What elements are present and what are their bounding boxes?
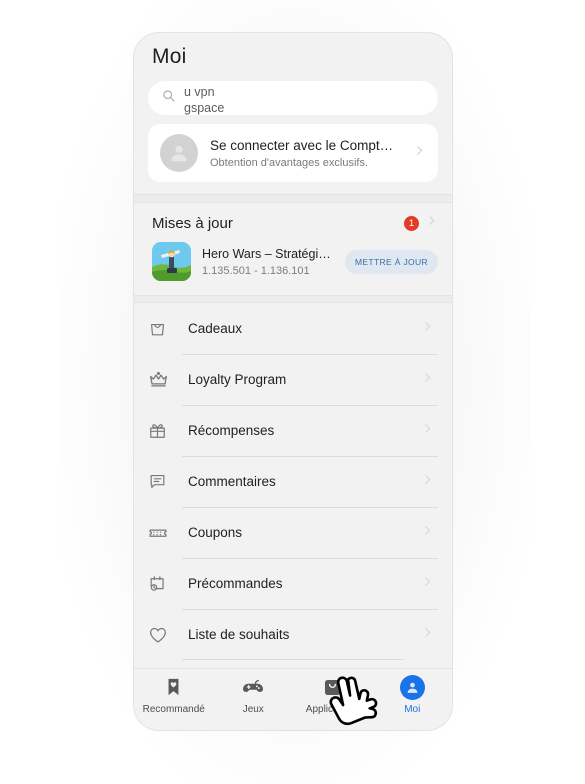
menu-item-precommandes[interactable]: Précommandes (148, 558, 438, 609)
bookmark-heart-icon (165, 675, 182, 699)
tab-label: Jeux (242, 704, 264, 715)
comment-bubble-icon (148, 472, 182, 491)
menu-item-label: Loyalty Program (188, 372, 287, 387)
menu-item-cadeaux[interactable]: Cadeaux (148, 303, 438, 354)
account-section: Se connecter avec le Compt… Obtention d'… (134, 115, 452, 182)
app-version: 1.135.501 - 1.136.101 (202, 264, 310, 277)
person-placeholder-icon (160, 134, 198, 172)
bottom-navigation: Recommandé Jeux Applications Moi (134, 668, 452, 730)
update-app-row[interactable]: Hero Wars – Stratégie RPG 1.135.501 - 1.… (134, 240, 452, 295)
sign-in-subtitle: Obtention d'avantages exclusifs. (210, 156, 369, 169)
menu-item-commentaires[interactable]: Commentaires (148, 456, 438, 507)
menu-item-recompenses[interactable]: Récompenses (148, 405, 438, 456)
chevron-right-icon (421, 371, 434, 389)
person-avatar-icon (399, 674, 425, 700)
tab-applications[interactable]: Applications (293, 675, 373, 715)
calendar-clock-icon (148, 574, 182, 593)
chevron-right-icon (421, 575, 434, 593)
section-divider-1 (134, 194, 452, 203)
page-title: Moi (152, 45, 187, 68)
sign-in-title: Se connecter avec le Compt… (210, 137, 394, 153)
updates-header[interactable]: Mises à jour 1 (134, 203, 452, 240)
updates-section: Mises à jour 1 Hero Wars – Stratégie 1.1… (134, 203, 452, 295)
search-hint-line-2: gspace (184, 101, 225, 115)
tab-label: Moi (404, 704, 421, 715)
menu-item-label: Liste de souhaits (188, 627, 290, 642)
chevron-right-icon (421, 626, 434, 644)
menu-item-label: Précommandes (188, 576, 283, 591)
phone-frame: Moi u vpn gspace Se connecter avec le Co… (133, 32, 453, 731)
app-name: Hero Wars – Stratégie RPG (202, 246, 334, 261)
chevron-right-icon (421, 473, 434, 491)
menu-item-label: Coupons (188, 525, 243, 540)
update-app-meta: Hero Wars – Stratégie RPG 1.135.501 - 1.… (202, 246, 334, 278)
tab-jeux[interactable]: Jeux (214, 675, 294, 715)
apps-bag-icon (323, 675, 342, 699)
tab-label: Applications (305, 704, 360, 715)
shopping-bag-icon (148, 319, 182, 338)
search-input[interactable]: u vpn gspace (148, 81, 438, 115)
crown-icon (148, 369, 182, 390)
gift-box-icon (148, 421, 182, 440)
hero-wars-app-icon (152, 242, 191, 281)
gamepad-icon (242, 675, 264, 699)
chevron-right-icon (421, 320, 434, 338)
screen: Moi u vpn gspace Se connecter avec le Co… (0, 0, 585, 784)
tab-label: Recommandé (142, 704, 205, 715)
menu-item-label: Cadeaux (188, 321, 243, 336)
search-hint-line-1: u vpn (184, 85, 215, 99)
updates-title: Mises à jour (152, 214, 233, 232)
chevron-right-icon (425, 214, 438, 232)
tab-recommande[interactable]: Recommandé (134, 675, 214, 715)
update-button[interactable]: METTRE À JOUR (344, 249, 438, 274)
menu-item-label: Récompenses (188, 423, 275, 438)
menu-list: Cadeaux Loyalty Program Récompenses Comm… (134, 303, 452, 660)
search-section: u vpn gspace (134, 69, 452, 115)
search-animated-hints: u vpn gspace (184, 81, 424, 115)
chevron-right-icon (421, 524, 434, 542)
sign-in-banner[interactable]: Se connecter avec le Compt… Obtention d'… (148, 124, 438, 182)
chevron-right-icon (421, 422, 434, 440)
chevron-right-icon (413, 144, 426, 162)
ticket-icon (148, 523, 182, 543)
section-divider-2 (134, 295, 452, 303)
menu-item-liste-de-souhaits[interactable]: Liste de souhaits (148, 609, 438, 660)
sign-in-text: Se connecter avec le Compt… Obtention d'… (210, 137, 401, 170)
tab-moi[interactable]: Moi (373, 674, 453, 715)
heart-icon (148, 625, 182, 645)
menu-item-coupons[interactable]: Coupons (148, 507, 438, 558)
search-icon (162, 89, 175, 107)
status-badge: 1 (404, 215, 419, 231)
menu-item-loyalty-program[interactable]: Loyalty Program (148, 354, 438, 405)
menu-item-label: Commentaires (188, 474, 276, 489)
